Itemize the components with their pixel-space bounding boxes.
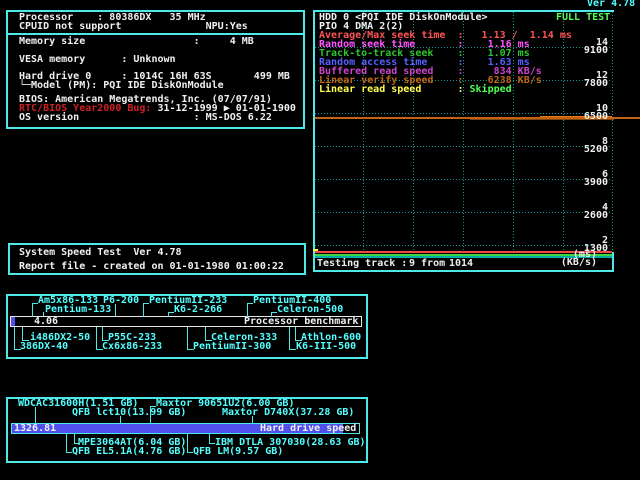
cpu-benchmark-label: 386DX-40 xyxy=(20,343,68,351)
graph-border-right xyxy=(612,252,614,272)
cpu-benchmark-label: Pentium-133 xyxy=(45,306,111,314)
cpu-benchmark-value: 4.06 xyxy=(34,318,58,326)
axis-label-kbs: 1300 xyxy=(560,245,608,253)
info-panel-divider xyxy=(8,33,303,35)
hdd-benchmark-connector xyxy=(35,407,37,423)
axis-label-kbs: 7800 xyxy=(560,80,608,88)
cpu-benchmark-label: Athlon-600 xyxy=(301,334,361,342)
axis-unit-kbs: (KB/s) xyxy=(540,259,597,267)
testing-track-progress: 9 from xyxy=(409,260,445,268)
cpu-benchmark-connector xyxy=(22,327,29,341)
hdd-benchmark-title: Hard drive speed xyxy=(260,425,356,433)
testing-track-total: 1014 xyxy=(449,260,473,268)
hdd-benchmark-label: Maxtor D740X(37.28 GB) xyxy=(222,409,354,417)
linear-read-row: Linear read speed : Skipped xyxy=(319,86,512,94)
cpu-benchmark-bar-fill xyxy=(11,317,15,326)
cpu-benchmark-label: K6-2-266 xyxy=(174,306,222,314)
axis-label-kbs: 9100 xyxy=(560,47,608,55)
cpu-benchmark-label: P55C-233 xyxy=(108,334,156,342)
hdd-benchmark-label: QFB LM(9.57 GB) xyxy=(193,448,283,456)
graph-border-bottom xyxy=(313,270,614,272)
cpuid-npu-row: CPUID not support NPU:Yes xyxy=(19,23,248,31)
vesa-memory-row: VESA memory : Unknown xyxy=(19,56,176,64)
full-test-badge: FULL TEST xyxy=(556,14,610,22)
track-position-marker xyxy=(313,249,318,251)
version-label: Ver 4.78 xyxy=(587,0,635,8)
testing-track-label: Testing track : xyxy=(317,260,407,268)
graph-border-left xyxy=(313,10,315,272)
cpu-benchmark-label: PentiumII-300 xyxy=(193,343,271,351)
os-version-row: OS version : MS-DOS 6.22 xyxy=(19,114,272,122)
linear-read-value: Skipped xyxy=(470,84,512,95)
speed-test-title: System Speed Test Ver 4.78 xyxy=(19,249,182,257)
axis-label-kbs: 3900 xyxy=(560,179,608,187)
report-file-row: Report file - created on 01-01-1980 01:0… xyxy=(19,263,284,271)
hdd-benchmark-value: 1326.81 xyxy=(14,425,56,433)
linear-read-label: Linear read speed : xyxy=(319,84,470,95)
drive-model-row: └─Model (PM): PQI IDE DiskOnModule xyxy=(19,82,224,90)
hdd-benchmark-label: QFB lct10(13.99 GB) xyxy=(72,409,186,417)
axis-label-kbs: 2600 xyxy=(560,212,608,220)
dos-speedsys-screen: Ver 4.78 Processor : 80386DX 35 MHz CPUI… xyxy=(0,0,640,480)
cpu-benchmark-label: K6-III-500 xyxy=(296,343,356,351)
cpu-benchmark-label: P6-200 xyxy=(103,297,139,305)
cpu-benchmark-title: Processor benchmark xyxy=(244,318,358,326)
cpu-benchmark-label: i486DX2-50 xyxy=(30,334,90,342)
hdd-benchmark-label: QFB EL5.1A(4.76 GB) xyxy=(72,448,186,456)
memory-size-row: Memory size : 4 MB xyxy=(19,38,254,46)
cpu-benchmark-label: Celeron-500 xyxy=(277,306,343,314)
gridline-vertical-right-edge xyxy=(612,12,613,252)
cpu-benchmark-label: Cx6x86-233 xyxy=(102,343,162,351)
axis-label-kbs: 5200 xyxy=(560,146,608,154)
axis-label-kbs: 6500 xyxy=(560,113,608,121)
cpu-benchmark-label: Celeron-333 xyxy=(211,334,277,342)
